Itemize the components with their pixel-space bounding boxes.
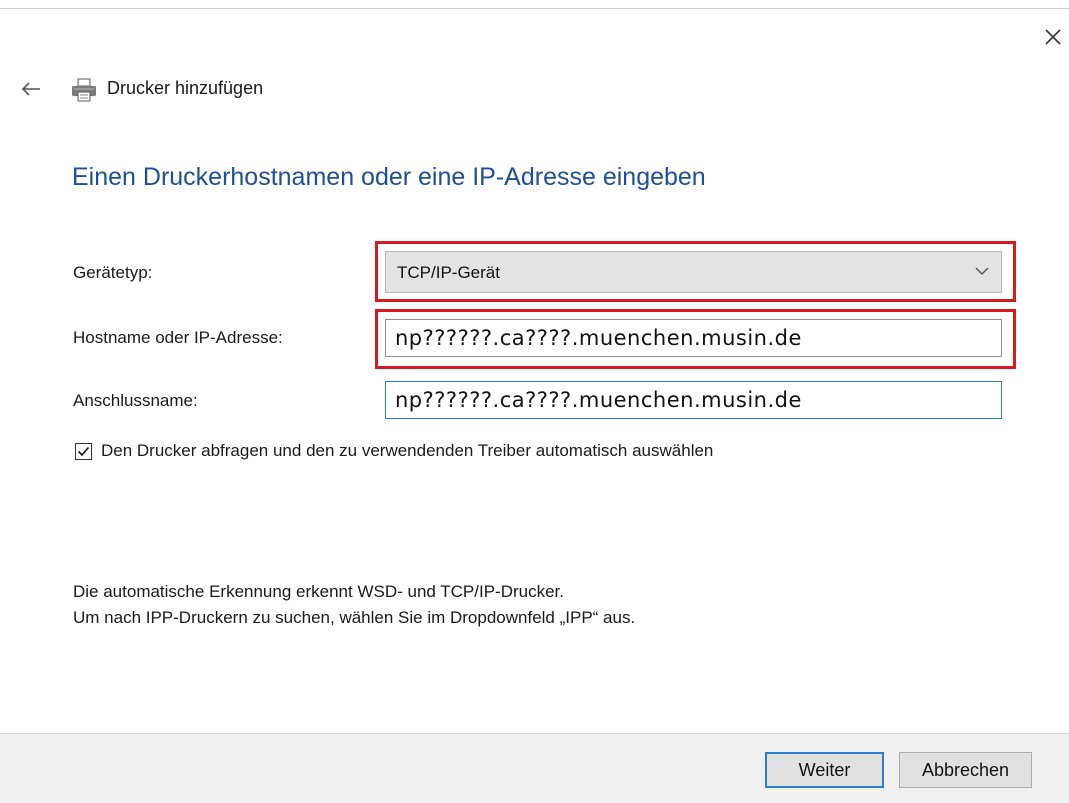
hostname-input[interactable]: [385, 319, 1002, 357]
chevron-down-icon: [975, 267, 989, 276]
device-type-selected-value: TCP/IP-Gerät: [397, 263, 500, 282]
cancel-button[interactable]: Abbrechen: [899, 752, 1032, 788]
window-top-border: [0, 0, 1069, 9]
auto-driver-checkbox[interactable]: [75, 443, 92, 460]
hostname-label: Hostname oder IP-Adresse:: [73, 328, 283, 347]
port-name-label: Anschlussname:: [73, 391, 198, 410]
info-text-line-1: Die automatische Erkennung erkennt WSD- …: [73, 582, 565, 601]
back-button[interactable]: [18, 76, 44, 102]
device-type-select[interactable]: TCP/IP-Gerät: [385, 251, 1002, 293]
port-name-input[interactable]: [385, 381, 1002, 419]
back-arrow-icon: [21, 82, 40, 96]
checkmark-icon: [77, 446, 90, 457]
page-heading: Einen Druckerhostnamen oder eine IP-Adre…: [72, 163, 706, 191]
close-button[interactable]: [1040, 24, 1066, 50]
next-button[interactable]: Weiter: [765, 752, 884, 788]
auto-driver-label[interactable]: Den Drucker abfragen und den zu verwende…: [101, 441, 713, 461]
wizard-title: Drucker hinzufügen: [107, 78, 264, 98]
printer-icon: [72, 78, 96, 102]
device-type-label: Gerätetyp:: [73, 263, 153, 282]
info-text-line-2: Um nach IPP-Druckern zu suchen, wählen S…: [73, 608, 636, 627]
close-icon: [1045, 29, 1061, 45]
